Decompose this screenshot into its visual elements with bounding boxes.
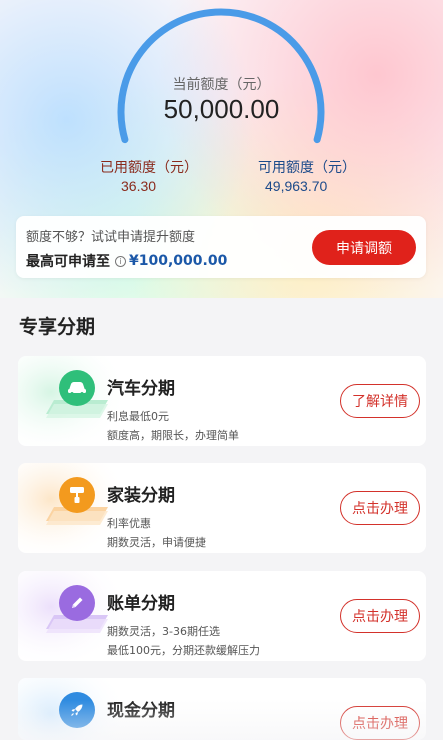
product-title: 现金分期 [107, 701, 175, 721]
apply-limit-adjust-button[interactable]: 申请调额 [312, 230, 416, 265]
car-icon [42, 370, 112, 418]
exclusive-installment-section: 专享分期 汽车分期 利息最低0元 额度高，期限长，办理简单 了解详情 家装分期 [0, 298, 443, 740]
product-card-cash[interactable]: 现金分期 点击办理 [18, 678, 426, 740]
current-limit-label: 当前额度（元） [172, 77, 271, 93]
used-limit-value: 36.30 [121, 178, 157, 194]
available-limit-label: 可用额度（元） [258, 160, 356, 176]
rocket-icon [42, 692, 112, 740]
product-desc-1: 利息最低0元 [107, 410, 169, 423]
product-desc-1: 利率优惠 [107, 517, 151, 530]
learn-more-button[interactable]: 了解详情 [340, 384, 420, 418]
credit-hero: 当前额度（元） 50,000.00 已用额度（元） 36.30 可用额度（元） … [0, 0, 443, 300]
product-title: 汽车分期 [107, 379, 175, 399]
product-title: 家装分期 [107, 486, 175, 506]
current-limit-value: 50,000.00 [163, 94, 280, 124]
apply-now-button[interactable]: 点击办理 [340, 706, 420, 740]
product-desc-1: 期数灵活，3-36期任选 [107, 625, 220, 638]
section-title: 专享分期 [19, 316, 96, 338]
paint-roller-icon [42, 477, 112, 525]
product-desc-2: 期数灵活，申请便捷 [107, 536, 206, 549]
max-apply-amount: ¥100,000.00 [129, 253, 228, 269]
product-desc-2: 最低100元，分期还款缓解压力 [107, 644, 260, 657]
used-limit-label: 已用额度（元） [100, 160, 198, 176]
max-apply-amount-row: 最高可申请至 i ¥100,000.00 [26, 251, 227, 271]
available-limit-value: 49,963.70 [265, 178, 328, 194]
limit-increase-hint: 额度不够？试试申请提升额度 [26, 230, 196, 245]
product-card-home-decor[interactable]: 家装分期 利率优惠 期数灵活，申请便捷 点击办理 [18, 463, 426, 553]
apply-now-button[interactable]: 点击办理 [340, 491, 420, 525]
info-icon[interactable]: i [115, 255, 126, 267]
product-title: 账单分期 [107, 594, 175, 614]
max-apply-label: 最高可申请至 [26, 254, 110, 270]
product-card-car[interactable]: 汽车分期 利息最低0元 额度高，期限长，办理简单 了解详情 [18, 356, 426, 446]
product-desc-2: 额度高，期限长，办理简单 [107, 429, 239, 442]
apply-now-button[interactable]: 点击办理 [340, 599, 420, 633]
pencil-icon [42, 585, 112, 633]
limit-increase-card: 额度不够？试试申请提升额度 最高可申请至 i ¥100,000.00 申请调额 [16, 216, 426, 278]
product-card-bill[interactable]: 账单分期 期数灵活，3-36期任选 最低100元，分期还款缓解压力 点击办理 [18, 571, 426, 661]
